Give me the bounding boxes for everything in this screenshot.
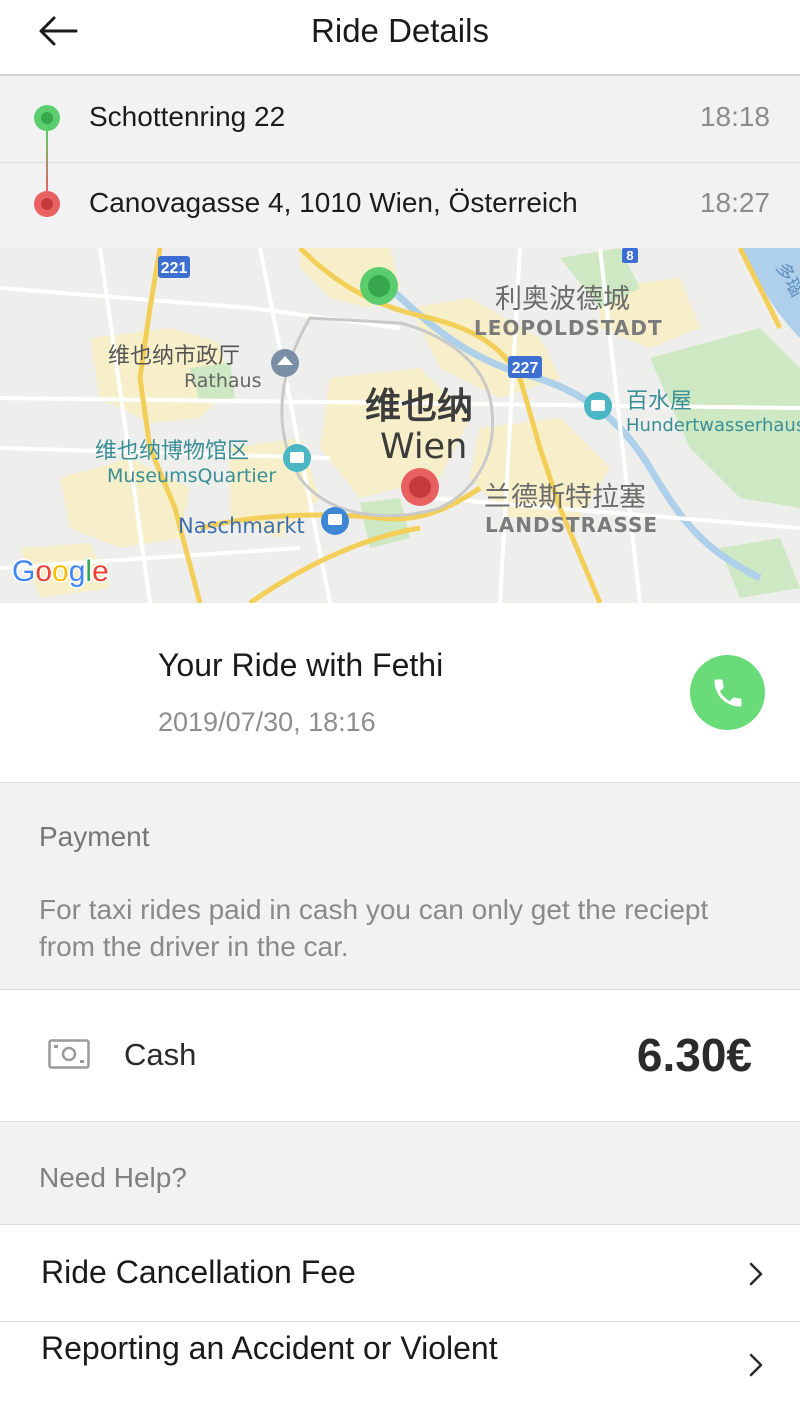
google-logo: Google: [11, 554, 111, 590]
phone-icon: [714, 679, 742, 707]
pickup-marker-icon: [34, 105, 60, 131]
help-item-cancellation-fee[interactable]: Ride Cancellation Fee: [0, 1225, 800, 1322]
map-label-rathaus-cn: 维也纳市政厅: [108, 344, 240, 369]
map-label-landstrasse: LANDSTRASSE: [485, 513, 658, 537]
map-label-wien-cn: 维也纳: [365, 386, 473, 427]
help-item-label: Reporting an Accident or Violent: [41, 1330, 498, 1366]
dropoff-marker-icon: [34, 191, 60, 217]
map-label-hundertwasserhaus: Hundertwasserhaus: [626, 415, 800, 436]
payment-note: For taxi rides paid in cash you can only…: [39, 894, 709, 962]
map-label-museum-cn: 维也纳博物馆区: [95, 439, 249, 464]
chevron-right-icon: [749, 1262, 763, 1286]
payment-method-row: Cash 6.30€: [0, 990, 800, 1122]
map-canvas: 221 227 8 利奥波德城 LEOPOLDSTADT 维也纳市政厅 Rath…: [0, 248, 800, 603]
map-shield-227: 227: [512, 360, 539, 377]
payment-heading: Payment: [39, 821, 150, 852]
map-label-museumsquartier: MuseumsQuartier: [107, 465, 276, 487]
map-label-leopoldstadt: LEOPOLDSTADT: [474, 316, 663, 340]
cash-icon: [48, 1039, 90, 1069]
pickup-row: Schottenring 22 18:18: [0, 76, 800, 163]
ride-title: Your Ride with Fethi: [158, 647, 444, 683]
dropoff-row: Canovagasse 4, 1010 Wien, Österreich 18:…: [0, 162, 800, 248]
help-heading: Need Help?: [39, 1162, 187, 1193]
page-title: Ride Details: [311, 12, 489, 49]
map-shield-8: 8: [626, 248, 633, 263]
map-label-land-cn: 兰德斯特拉塞: [484, 482, 646, 513]
route-map[interactable]: 221 227 8 利奥波德城 LEOPOLDSTADT 维也纳市政厅 Rath…: [0, 248, 800, 603]
payment-section: Payment For taxi rides paid in cash you …: [0, 783, 800, 990]
map-label-rathaus: Rathaus: [184, 370, 262, 392]
map-label-leopold-cn: 利奥波德城: [495, 284, 630, 315]
route-connector-line: [46, 131, 48, 191]
route-summary: Schottenring 22 18:18 Canovagasse 4, 101…: [0, 76, 800, 248]
map-label-hundert-cn: 百水屋: [626, 389, 692, 414]
dropoff-time: 18:27: [699, 187, 770, 218]
svg-text:Google: Google: [12, 555, 109, 588]
map-label-wien: Wien: [380, 427, 467, 467]
help-item-label: Ride Cancellation Fee: [41, 1254, 356, 1290]
ride-date: 2019/07/30, 18:16: [158, 707, 376, 737]
payment-method-label: Cash: [124, 1037, 197, 1072]
ride-summary: Your Ride with Fethi 2019/07/30, 18:16: [0, 603, 800, 783]
ride-price: 6.30€: [636, 1029, 752, 1081]
call-driver-button[interactable]: [690, 655, 765, 730]
dropoff-address: Canovagasse 4, 1010 Wien, Österreich: [89, 187, 578, 218]
chevron-right-icon: [749, 1353, 763, 1377]
map-label-naschmarkt: Naschmarkt: [178, 514, 305, 538]
help-section-header: Need Help?: [0, 1122, 800, 1225]
header-bar: Ride Details: [0, 0, 800, 76]
map-shield-221: 221: [161, 260, 188, 277]
pickup-time: 18:18: [699, 101, 770, 132]
pickup-address: Schottenring 22: [89, 101, 286, 132]
help-item-report-accident[interactable]: Reporting an Accident or Violent: [0, 1322, 800, 1418]
